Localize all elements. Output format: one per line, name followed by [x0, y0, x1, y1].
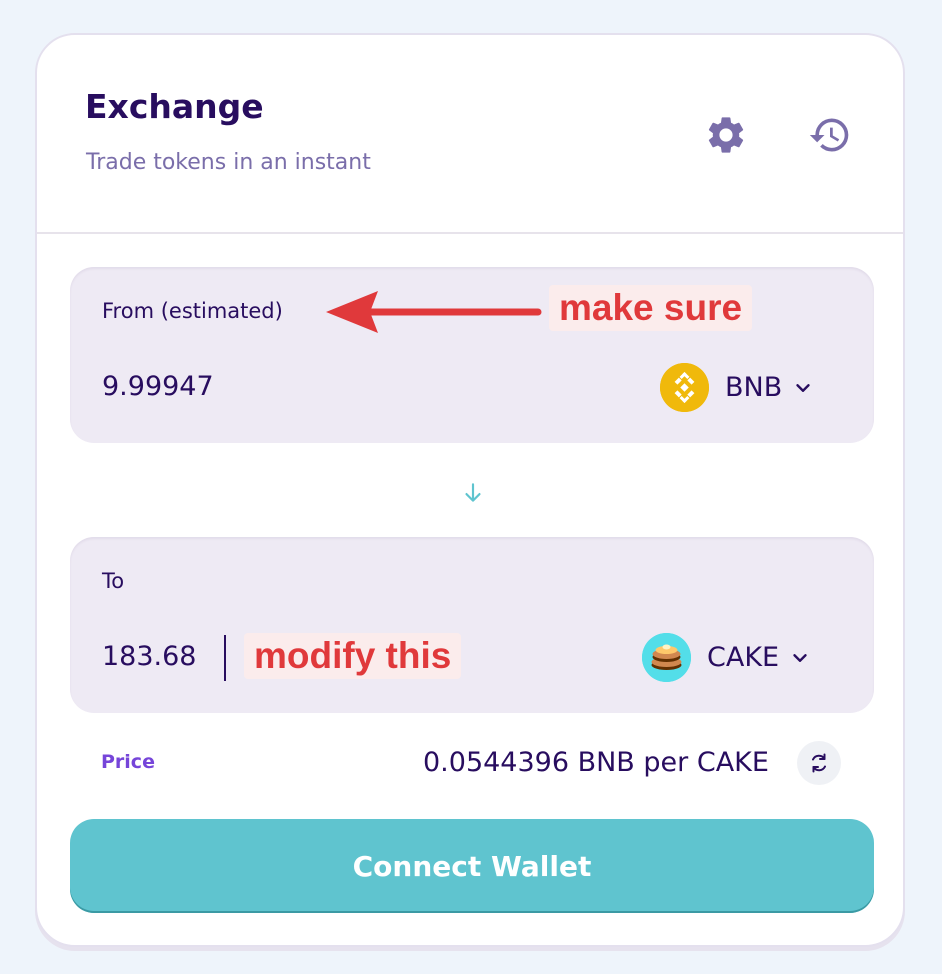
history-icon — [809, 118, 849, 152]
to-amount-input[interactable]: 183.68 — [102, 641, 252, 672]
bnb-logo-icon — [660, 363, 709, 412]
chevron-down-icon — [789, 647, 811, 669]
exchange-card: Exchange Trade tokens in an instant From… — [35, 33, 905, 947]
gear-icon — [708, 117, 744, 153]
settings-button[interactable] — [702, 111, 750, 159]
annotation-make-sure: make sure — [549, 285, 753, 331]
to-panel: To 183.68 CAKE — [70, 537, 874, 713]
text-cursor — [224, 635, 226, 681]
connect-wallet-button[interactable]: Connect Wallet — [70, 819, 874, 913]
annotation-modify-this: modify this — [244, 633, 462, 679]
chevron-down-icon — [792, 377, 814, 399]
refresh-icon — [812, 753, 826, 773]
price-invert-button[interactable] — [797, 741, 841, 785]
arrow-down-icon — [465, 483, 481, 502]
to-label: To — [102, 569, 125, 593]
to-token-selector[interactable]: CAKE — [642, 633, 811, 682]
cake-logo-icon — [642, 633, 691, 682]
from-panel: From (estimated) 9.99947 BNB — [70, 267, 874, 443]
from-token-name: BNB — [725, 372, 783, 403]
header-divider — [37, 232, 903, 234]
history-button[interactable] — [806, 111, 854, 159]
from-label: From (estimated) — [102, 299, 283, 323]
from-token-selector[interactable]: BNB — [660, 363, 814, 412]
price-value: 0.0544396 BNB per CAKE — [423, 747, 769, 778]
price-label: Price — [101, 751, 155, 773]
from-amount-input[interactable]: 9.99947 — [102, 371, 252, 402]
to-token-name: CAKE — [707, 642, 780, 673]
page-subtitle: Trade tokens in an instant — [86, 150, 371, 175]
swap-direction-button[interactable] — [459, 479, 487, 507]
page-title: Exchange — [85, 87, 264, 126]
